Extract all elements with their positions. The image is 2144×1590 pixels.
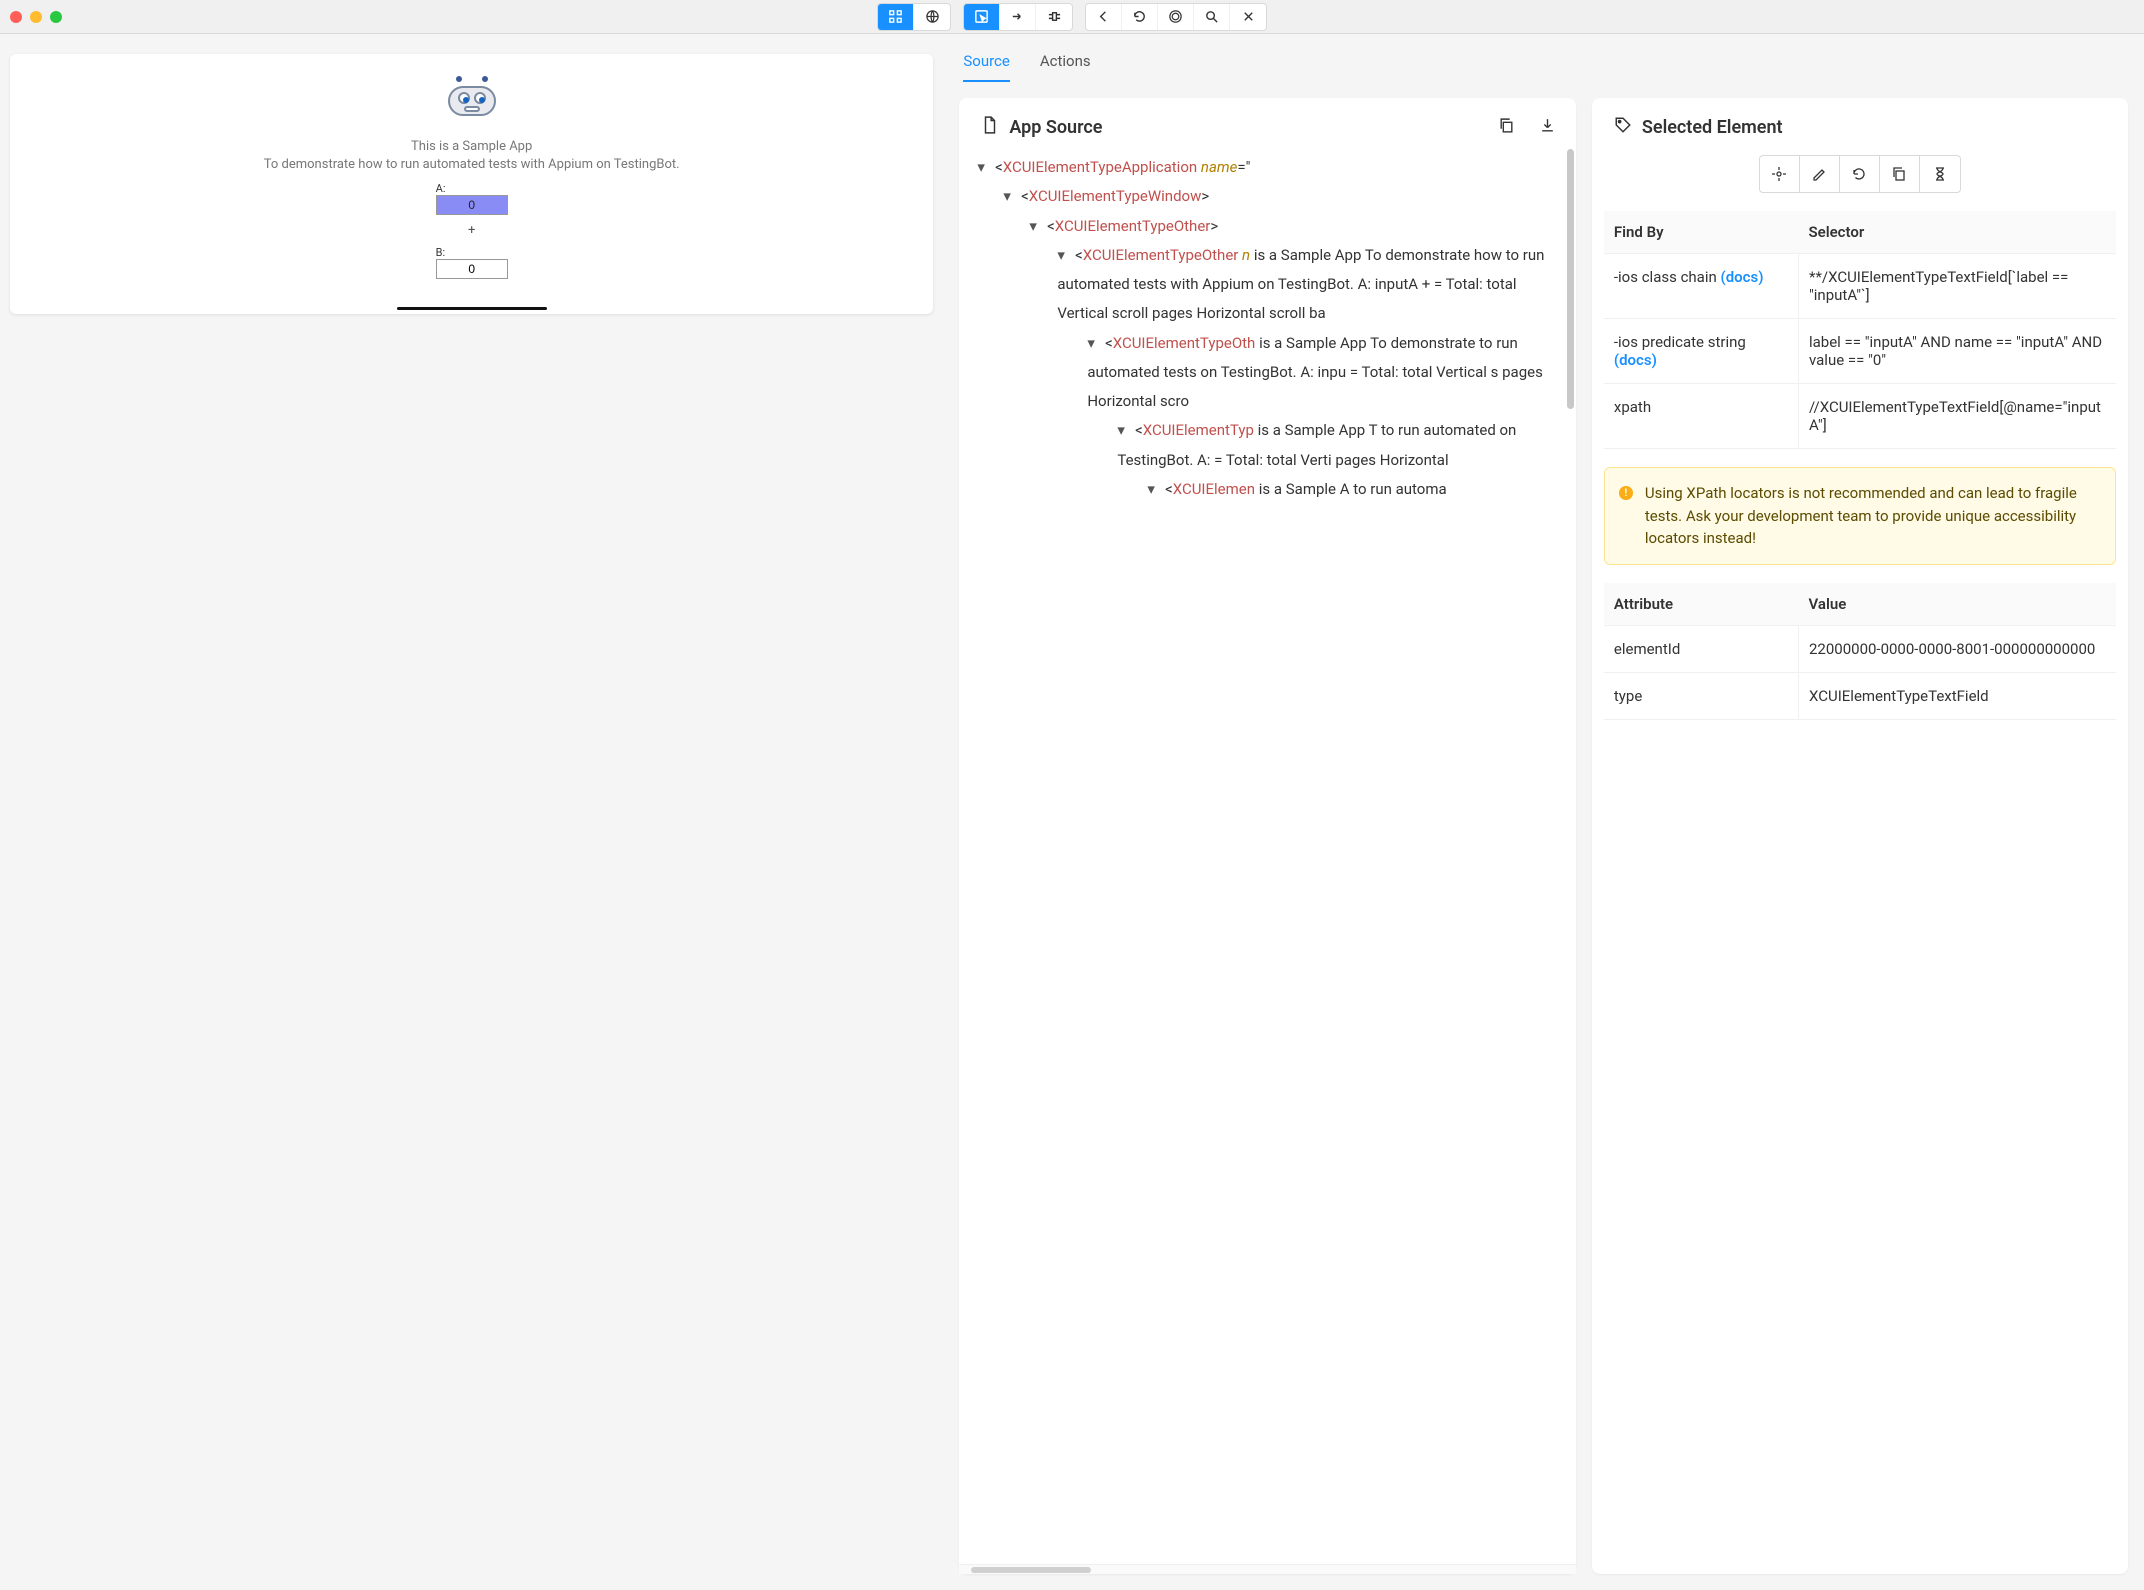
input-b[interactable]	[436, 259, 508, 279]
selected-element-title: Selected Element	[1642, 117, 1783, 138]
clear-element-button[interactable]	[1840, 156, 1880, 192]
download-xml-button[interactable]	[1539, 117, 1556, 139]
attribute-table: Attribute Value elementId 22000000-0000-…	[1604, 583, 2116, 720]
input-a[interactable]	[436, 195, 508, 215]
table-row: type XCUIElementTypeTextField	[1604, 672, 2116, 719]
element-action-toolbar	[1592, 155, 2128, 193]
vertical-scrollbar[interactable]	[1567, 149, 1574, 409]
tab-source[interactable]: Source	[963, 46, 1009, 82]
record-button[interactable]	[1158, 4, 1194, 30]
plus-label: +	[468, 223, 475, 238]
tree-toggle[interactable]: ▾	[977, 153, 991, 182]
table-row: elementId 22000000-0000-0000-8001-000000…	[1604, 625, 2116, 672]
send-keys-button[interactable]	[1800, 156, 1840, 192]
refresh-button[interactable]	[1122, 4, 1158, 30]
selector-header: Selector	[1798, 211, 2116, 254]
label-b: B:	[436, 246, 508, 259]
warning-icon: !	[1619, 486, 1633, 500]
copy-attributes-button[interactable]	[1880, 156, 1920, 192]
native-mode-button[interactable]	[878, 4, 914, 30]
window-controls	[10, 11, 62, 23]
docs-link[interactable]: (docs)	[1721, 268, 1764, 286]
file-icon	[981, 116, 999, 139]
search-button[interactable]	[1194, 4, 1230, 30]
tree-toggle[interactable]: ▾	[1029, 212, 1043, 241]
locator-table: Find By Selector -ios class chain (docs)…	[1604, 211, 2116, 449]
top-toolbar	[877, 3, 1267, 31]
select-element-button[interactable]	[964, 4, 1000, 30]
back-button[interactable]	[1086, 4, 1122, 30]
home-indicator	[397, 307, 547, 310]
selected-element-panel: Selected Element	[1592, 98, 2128, 1574]
tree-toggle[interactable]: ▾	[1117, 416, 1131, 445]
table-row: xpath //XCUIElementTypeTextField[@name="…	[1604, 384, 2116, 449]
table-row: -ios predicate string (docs) label == "i…	[1604, 319, 2116, 384]
maximize-window-icon[interactable]	[50, 11, 62, 23]
titlebar	[0, 0, 2144, 34]
app-source-panel: App Source ▾ <XCUIElementTypeApplication…	[959, 98, 1576, 1574]
tree-toggle[interactable]: ▾	[1147, 475, 1161, 504]
attribute-header: Attribute	[1604, 583, 1799, 626]
tree-toggle[interactable]: ▾	[1003, 182, 1017, 211]
label-a: A:	[436, 182, 508, 195]
get-timing-button[interactable]	[1920, 156, 1960, 192]
docs-link[interactable]: (docs)	[1614, 351, 1657, 369]
quit-button[interactable]	[1230, 4, 1266, 30]
app-logo-icon	[442, 78, 502, 124]
table-row: -ios class chain (docs) **/XCUIElementTy…	[1604, 254, 2116, 319]
app-source-title: App Source	[1009, 117, 1102, 138]
device-preview-pane: This is a Sample App To demonstrate how …	[0, 34, 943, 1590]
close-window-icon[interactable]	[10, 11, 22, 23]
horizontal-scrollbar[interactable]	[959, 1564, 1576, 1574]
tap-coordinates-button[interactable]	[1036, 4, 1072, 30]
tree-toggle[interactable]: ▾	[1087, 329, 1101, 358]
inspector-tabs: Source Actions	[943, 34, 2144, 82]
xpath-warning-alert: ! Using XPath locators is not recommende…	[1604, 467, 2116, 565]
swipe-button[interactable]	[1000, 4, 1036, 30]
minimize-window-icon[interactable]	[30, 11, 42, 23]
findby-header: Find By	[1604, 211, 1799, 254]
tree-node-text: is a Sample A to run automa	[1259, 480, 1447, 498]
copy-xml-button[interactable]	[1498, 117, 1515, 139]
value-header: Value	[1798, 583, 2116, 626]
device-screen[interactable]: This is a Sample App To demonstrate how …	[10, 54, 933, 314]
web-mode-button[interactable]	[914, 4, 950, 30]
app-title-text: This is a Sample App To demonstrate how …	[264, 138, 680, 174]
tree-toggle[interactable]: ▾	[1057, 241, 1071, 270]
tag-icon	[1614, 116, 1632, 139]
tap-element-button[interactable]	[1760, 156, 1800, 192]
source-tree[interactable]: ▾ <XCUIElementTypeApplication name=" ▾ <…	[959, 149, 1576, 1564]
tab-actions[interactable]: Actions	[1040, 46, 1091, 82]
